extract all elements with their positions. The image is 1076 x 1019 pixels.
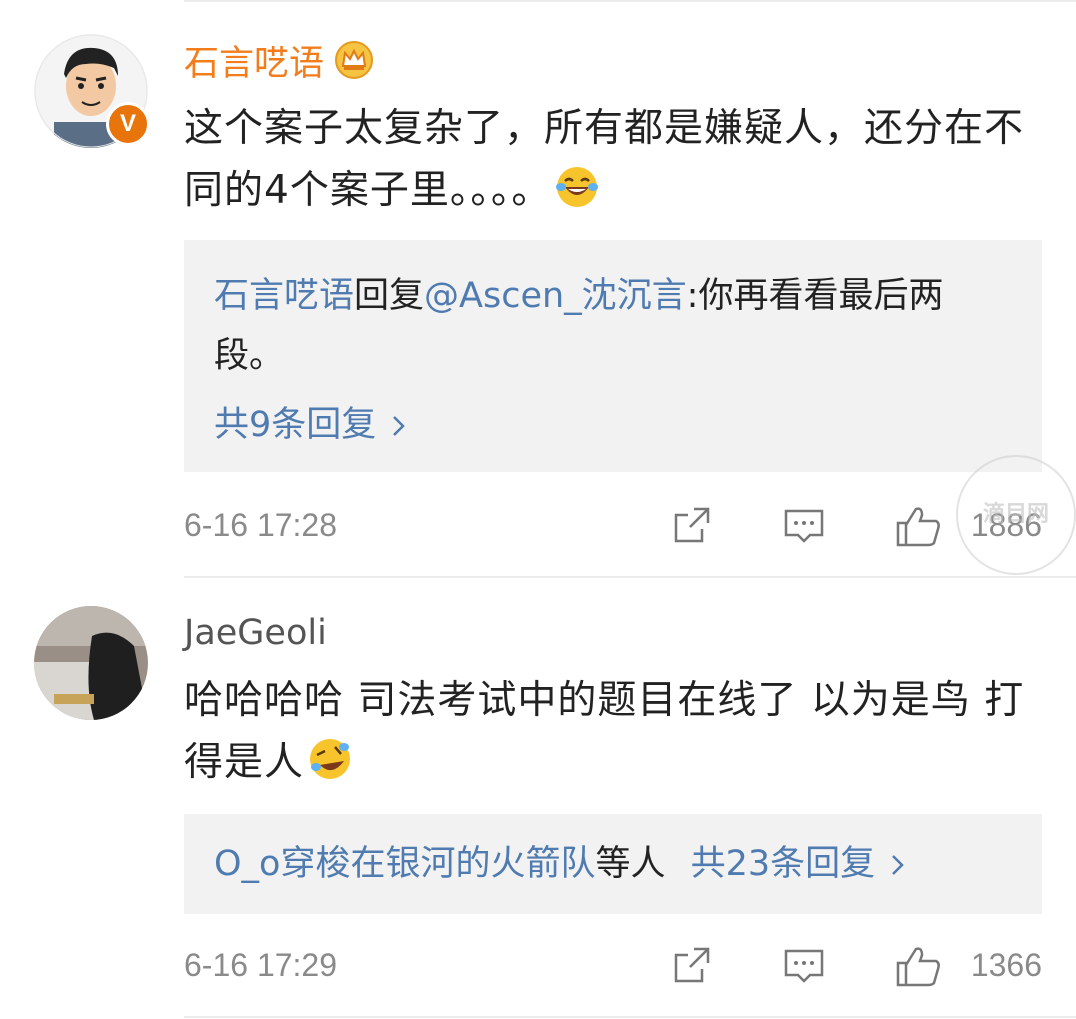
avatar[interactable]: V xyxy=(34,34,150,148)
avatar-photo xyxy=(34,606,148,720)
share-icon[interactable] xyxy=(670,943,714,991)
timestamp: 6-16 17:29 xyxy=(184,947,338,983)
like-icon[interactable] xyxy=(894,943,942,993)
comment-text: 这个案子太复杂了，所有都是嫌疑人，还分在不同的4个案子里。。。。 xyxy=(184,98,1044,228)
reply-preview[interactable]: 石言呓语回复@Ascen_沈沉言:你再看看最后两段。 共9条回复 xyxy=(184,240,1042,472)
timestamp: 6-16 17:28 xyxy=(184,507,338,543)
like-count: 1366 xyxy=(970,947,1042,983)
reply-others: 等人 xyxy=(595,844,666,884)
like-icon[interactable] xyxy=(894,503,942,553)
comment-item: JaeGeoli 哈哈哈哈 司法考试中的题目在线了 以为是鸟 打得是人 O_o穿… xyxy=(0,580,1076,1019)
more-replies-link[interactable]: 共23条回复 xyxy=(691,844,906,884)
username[interactable]: 石言呓语 xyxy=(184,44,324,84)
comment-footer: 6-16 17:28 1886 xyxy=(184,503,1042,553)
reply-users[interactable]: O_o穿梭在银河的火箭队 xyxy=(214,844,595,884)
chevron-right-icon xyxy=(392,406,406,446)
verified-badge: V xyxy=(106,102,150,146)
username[interactable]: JaeGeoli xyxy=(184,612,327,654)
reply-summary-line: O_o穿梭在银河的火箭队等人 共23条回复 xyxy=(214,834,1012,895)
chevron-right-icon xyxy=(891,835,905,895)
rolling-laughing-emoji xyxy=(308,737,352,800)
comment-text: 哈哈哈哈 司法考试中的题目在线了 以为是鸟 打得是人 xyxy=(184,670,1044,800)
comment-footer: 6-16 17:29 1366 xyxy=(184,943,1042,993)
avatar[interactable] xyxy=(34,606,148,720)
comment-item: V 石言呓语 这个案子太复杂了，所有都是嫌疑人，还分在不同的4个案子里。。。。 xyxy=(0,0,1076,578)
comment-divider xyxy=(184,576,1076,578)
reply-mention[interactable]: @Ascen_沈沉言 xyxy=(424,276,687,316)
comment-icon[interactable] xyxy=(782,503,826,551)
more-replies-link[interactable]: 共9条回复 xyxy=(214,396,406,447)
reply-verb: 回复 xyxy=(354,276,425,316)
comment-divider xyxy=(184,1016,1076,1018)
reply-author[interactable]: 石言呓语 xyxy=(214,276,354,316)
comment-icon[interactable] xyxy=(782,943,826,991)
share-icon[interactable] xyxy=(670,503,714,551)
comment-author[interactable]: 石言呓语 xyxy=(184,40,374,90)
reply-line: 石言呓语回复@Ascen_沈沉言:你再看看最后两段。 xyxy=(214,266,1012,386)
reply-summary[interactable]: O_o穿梭在银河的火箭队等人 共23条回复 xyxy=(184,814,1042,914)
watermark-logo: 滴目网 xyxy=(956,455,1076,575)
laughing-tears-emoji xyxy=(555,165,599,228)
crown-icon xyxy=(334,40,374,90)
